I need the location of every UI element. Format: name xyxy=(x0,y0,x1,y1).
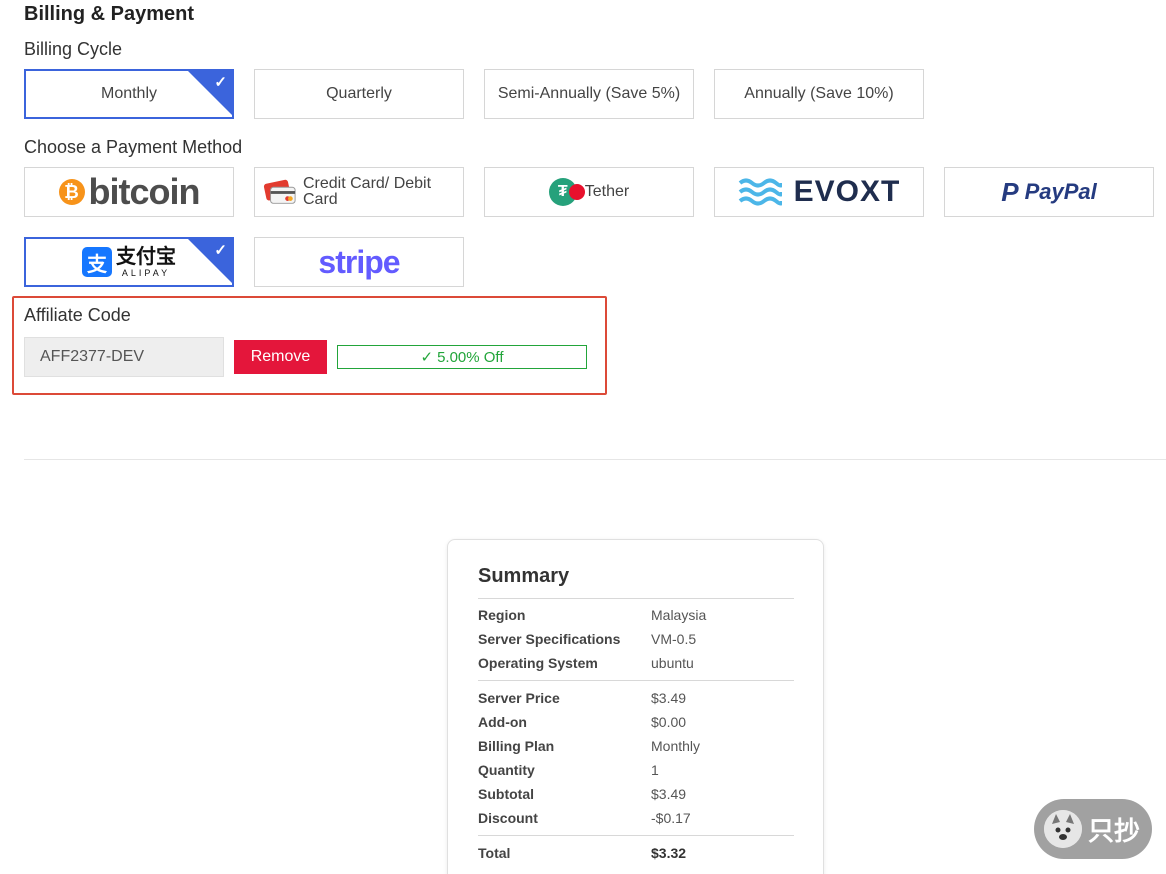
summary-divider xyxy=(478,598,794,599)
evoxt-wordmark: EVOXT xyxy=(793,175,901,208)
watermark-text: 只抄 xyxy=(1088,815,1141,846)
check-icon: ✓ xyxy=(420,349,434,366)
summary-row: Operating System ubuntu xyxy=(478,655,794,677)
watermark-badge: 只抄 xyxy=(1034,799,1152,859)
paypal-wordmark: PayPal xyxy=(1024,179,1097,204)
summary-key: Add-on xyxy=(478,714,527,730)
tether-label: Tether xyxy=(584,183,630,200)
alipay-cn-label: 支付宝 xyxy=(116,245,176,268)
summary-divider xyxy=(478,680,794,681)
payment-option-paypal[interactable]: P PayPal xyxy=(944,167,1154,217)
summary-key: Total xyxy=(478,845,511,861)
alipay-en-label: ALIPAY xyxy=(121,267,171,278)
bitcoin-coin-icon: ₿ xyxy=(58,179,85,205)
credit-card-logo: Credit Card/ Debit Card xyxy=(263,176,453,208)
payment-option-stripe[interactable]: stripe xyxy=(254,237,464,287)
payment-option-credit-card[interactable]: Credit Card/ Debit Card xyxy=(254,167,464,217)
summary-row: Billing Plan Monthly xyxy=(478,738,794,760)
summary-row: Region Malaysia xyxy=(478,607,794,629)
credit-card-icon xyxy=(263,179,296,204)
payment-option-evoxt[interactable]: EVOXT xyxy=(714,167,924,217)
summary-value: -$0.17 xyxy=(651,810,691,826)
summary-value: $3.49 xyxy=(651,786,687,802)
summary-row: Discount -$0.17 xyxy=(478,810,794,832)
waves-icon xyxy=(738,178,782,206)
affiliate-code-input[interactable] xyxy=(24,337,224,377)
paypal-logo: P PayPal xyxy=(1001,177,1097,208)
summary-key: Region xyxy=(478,607,526,623)
summary-key: Discount xyxy=(478,810,538,826)
cycle-label: Annually (Save 10%) xyxy=(744,85,894,102)
summary-row: Server Price $3.49 xyxy=(478,690,794,712)
paypal-p-icon: P xyxy=(1001,176,1019,207)
summary-value: Malaysia xyxy=(651,607,707,623)
evoxt-logo: EVOXT xyxy=(738,175,901,209)
section-divider xyxy=(24,459,1166,460)
usdt-icon: ₮ xyxy=(548,178,585,206)
payment-option-alipay[interactable]: 支 支付宝 ALIPAY ✓ xyxy=(24,237,234,287)
summary-value: $3.32 xyxy=(651,845,687,861)
summary-value: $0.00 xyxy=(651,714,687,730)
summary-key: Server Specifications xyxy=(478,631,621,647)
affiliate-code-label: Affiliate Code xyxy=(24,305,131,325)
stripe-logo: stripe xyxy=(318,243,400,280)
cycle-label: Quarterly xyxy=(326,85,392,102)
bitcoin-wordmark: bitcoin xyxy=(88,171,201,212)
summary-key: Server Price xyxy=(478,690,560,706)
summary-row: Server Specifications VM-0.5 xyxy=(478,631,794,653)
cycle-option-semi-annually[interactable]: Semi-Annually (Save 5%) xyxy=(484,69,694,119)
summary-key: Subtotal xyxy=(478,786,534,802)
payment-option-bitcoin[interactable]: ₿ bitcoin xyxy=(24,167,234,217)
summary-divider xyxy=(478,835,794,836)
payment-option-tether[interactable]: ₮ Tether xyxy=(484,167,694,217)
summary-title: Summary xyxy=(478,565,570,587)
summary-card: Summary Region Malaysia Server Specifica… xyxy=(447,539,824,874)
cycle-option-monthly[interactable]: Monthly ✓ xyxy=(24,69,234,119)
check-icon: ✓ xyxy=(214,74,227,91)
cycle-label: Monthly xyxy=(100,85,158,102)
alipay-logo: 支 支付宝 ALIPAY xyxy=(82,247,176,278)
summary-total-row: Total $3.32 xyxy=(478,845,794,867)
summary-value: Monthly xyxy=(651,738,701,754)
cycle-label: Semi-Annually (Save 5%) xyxy=(497,85,681,102)
credit-card-label: Credit Card/ Debit Card xyxy=(303,175,432,208)
alipay-icon: 支 xyxy=(82,247,112,277)
tether-logo: ₮ Tether xyxy=(548,178,630,206)
discount-badge: ✓ 5.00% Off xyxy=(337,345,587,369)
summary-row: Add-on $0.00 xyxy=(478,714,794,736)
summary-key: Billing Plan xyxy=(478,738,555,754)
check-icon: ✓ xyxy=(214,242,227,259)
billing-cycle-label: Billing Cycle xyxy=(24,39,123,59)
cycle-option-annually[interactable]: Annually (Save 10%) xyxy=(714,69,924,119)
billing-title: Billing & Payment xyxy=(24,3,195,25)
summary-key: Operating System xyxy=(478,655,598,671)
summary-value: $3.49 xyxy=(651,690,687,706)
summary-value: ubuntu xyxy=(651,655,694,671)
discount-text: 5.00% Off xyxy=(437,348,504,366)
mascot-icon xyxy=(1044,810,1082,848)
summary-row: Subtotal $3.49 xyxy=(478,786,794,808)
payment-method-label: Choose a Payment Method xyxy=(24,137,243,157)
bitcoin-logo: ₿ bitcoin xyxy=(58,171,201,213)
remove-button[interactable]: Remove xyxy=(234,340,327,374)
summary-row: Quantity 1 xyxy=(478,762,794,784)
summary-key: Quantity xyxy=(478,762,535,778)
cycle-option-quarterly[interactable]: Quarterly xyxy=(254,69,464,119)
summary-value: VM-0.5 xyxy=(651,631,697,647)
tron-icon xyxy=(568,184,585,200)
summary-value: 1 xyxy=(651,762,659,778)
